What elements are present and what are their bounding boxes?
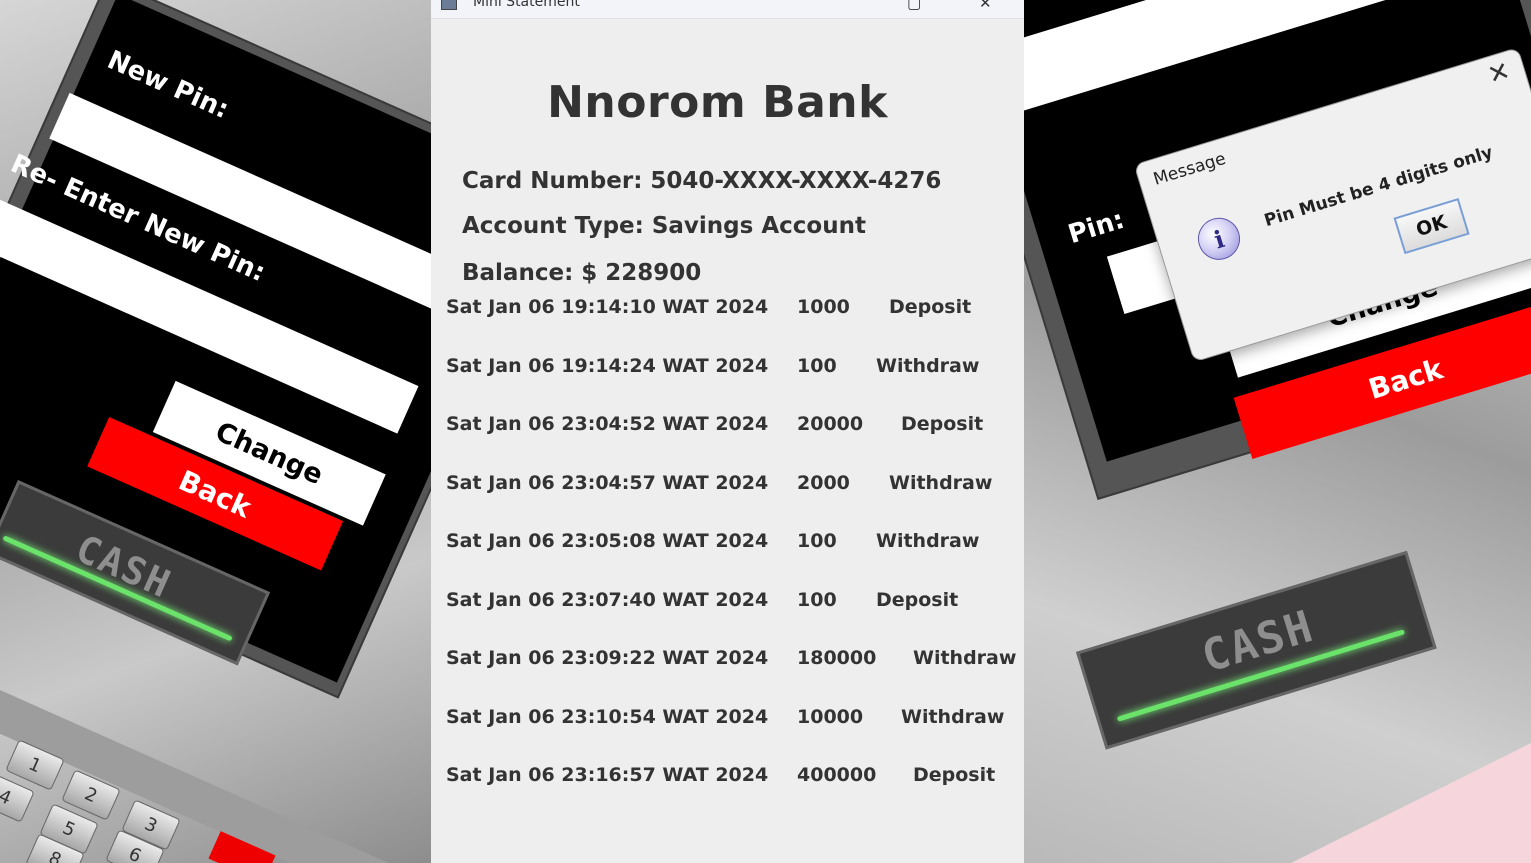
dialog-title: Message xyxy=(1151,148,1229,190)
account-type: Account Type: Savings Account xyxy=(462,213,866,239)
balance: Balance: $ 228900 xyxy=(462,260,702,286)
transaction-date: Sat Jan 06 23:04:57 WAT 2024 xyxy=(446,472,769,494)
transaction-date: Sat Jan 06 23:09:22 WAT 2024 xyxy=(446,647,769,669)
dialog-close-icon[interactable]: ✕ xyxy=(1484,56,1514,91)
transaction-date: Sat Jan 06 23:16:57 WAT 2024 xyxy=(446,764,769,786)
transaction-date: Sat Jan 06 23:05:08 WAT 2024 xyxy=(446,530,769,552)
background-corner xyxy=(1291,743,1531,863)
info-icon: i xyxy=(1192,212,1246,266)
transaction-amount: 100 xyxy=(797,355,837,377)
transaction-amount: 100 xyxy=(797,530,837,552)
left-atm-panel: New Pin: Re- Enter New Pin: Change Back … xyxy=(0,0,432,863)
transaction-type: Deposit xyxy=(876,589,959,611)
window-title: Mini Statement xyxy=(473,0,580,10)
transaction-type: Withdraw xyxy=(876,530,980,552)
mini-statement-window: Mini Statement ▢ ✕ Nnorom Bank Card Numb… xyxy=(431,0,1024,863)
transaction-type: Deposit xyxy=(889,296,972,318)
transaction-amount: 10000 xyxy=(797,706,864,728)
transaction-amount: 100 xyxy=(797,589,837,611)
transaction-type: Withdraw xyxy=(901,706,1005,728)
transaction-type: Withdraw xyxy=(913,647,1017,669)
transaction-amount: 1000 xyxy=(797,296,850,318)
close-icon[interactable]: ✕ xyxy=(979,0,992,12)
transaction-type: Withdraw xyxy=(889,472,993,494)
transaction-amount: 2000 xyxy=(797,472,850,494)
transaction-date: Sat Jan 06 23:07:40 WAT 2024 xyxy=(446,589,769,611)
transaction-type: Deposit xyxy=(913,764,996,786)
maximize-icon[interactable]: ▢ xyxy=(907,0,921,12)
transaction-date: Sat Jan 06 19:14:10 WAT 2024 xyxy=(446,296,769,318)
transaction-amount: 20000 xyxy=(797,413,864,435)
card-number: Card Number: 5040-XXXX-XXXX-4276 xyxy=(462,168,942,194)
transaction-amount: 400000 xyxy=(797,764,877,786)
bank-name: Nnorom Bank xyxy=(547,77,888,128)
transaction-type: Deposit xyxy=(901,413,984,435)
transaction-type: Withdraw xyxy=(876,355,980,377)
transaction-date: Sat Jan 06 23:10:54 WAT 2024 xyxy=(446,706,769,728)
transaction-date: Sat Jan 06 23:04:52 WAT 2024 xyxy=(446,413,769,435)
transaction-amount: 180000 xyxy=(797,647,877,669)
ok-button[interactable]: OK xyxy=(1393,197,1470,255)
transaction-date: Sat Jan 06 19:14:24 WAT 2024 xyxy=(446,355,769,377)
app-icon xyxy=(441,0,457,10)
window-titlebar: Mini Statement ▢ ✕ xyxy=(431,0,1024,19)
